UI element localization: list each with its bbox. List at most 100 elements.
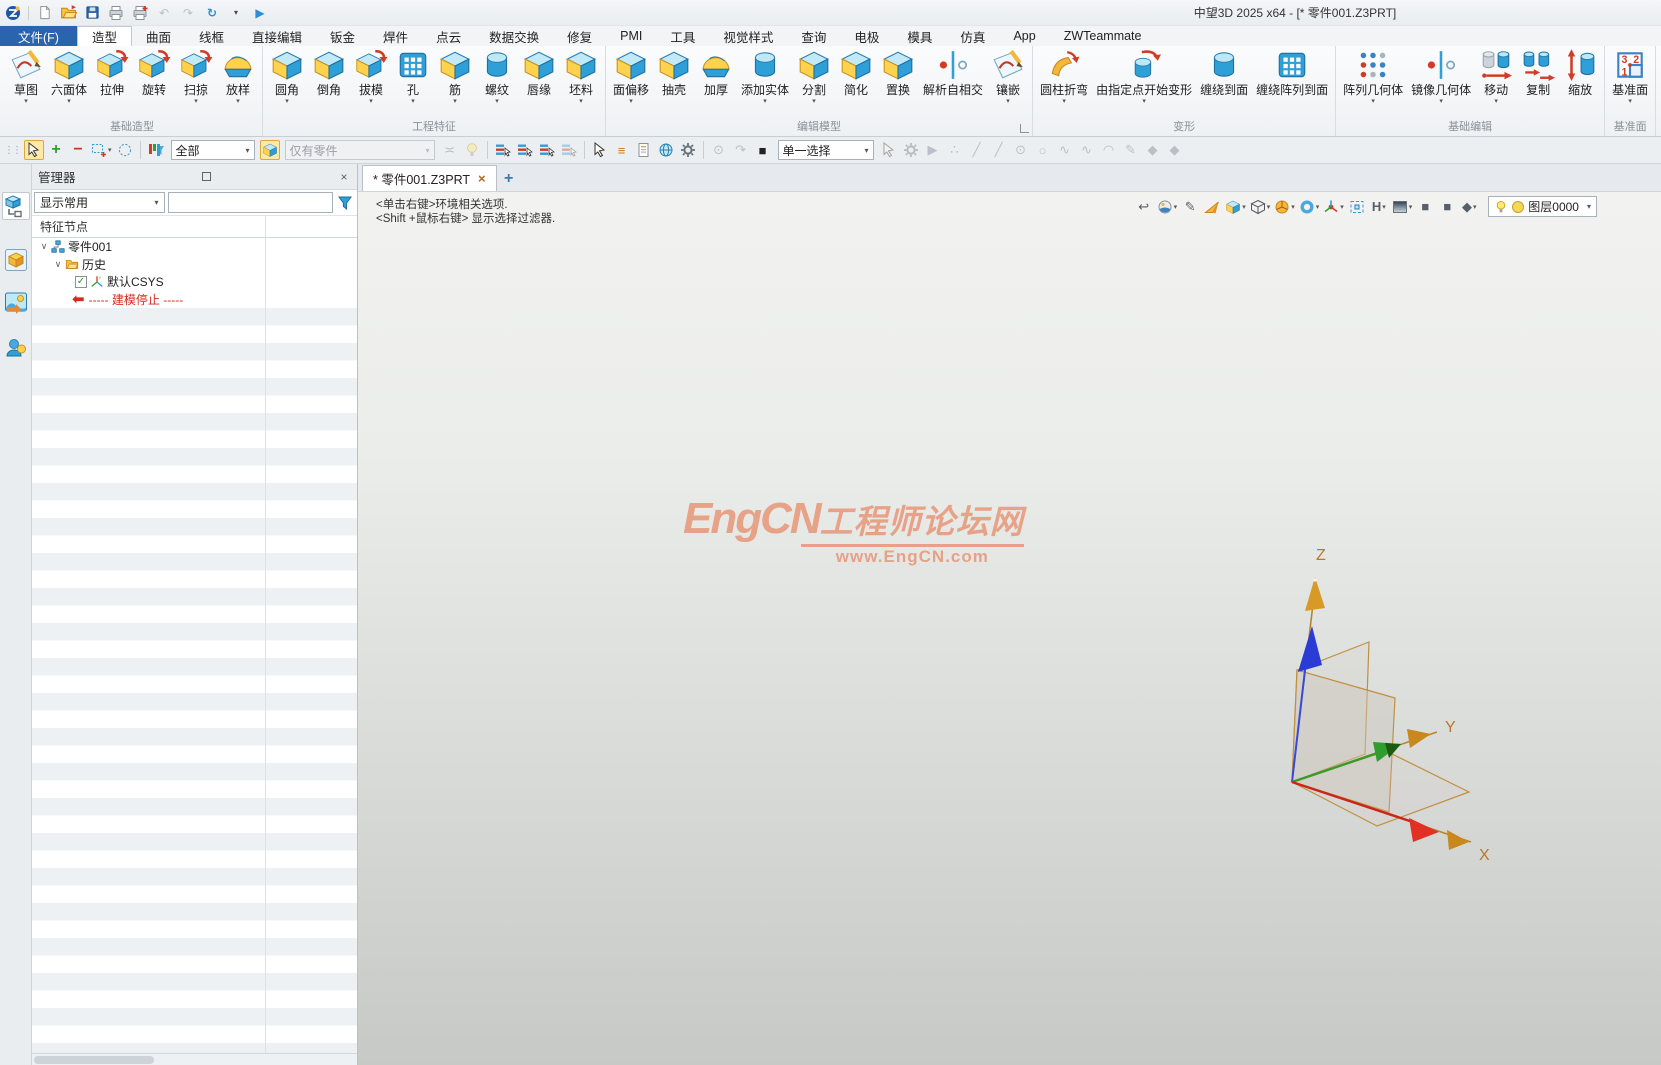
tab-electrode[interactable]: 电极 — [840, 26, 893, 46]
print-plus-icon[interactable] — [131, 4, 149, 22]
gear-pointer-icon[interactable] — [901, 140, 921, 160]
open-file-icon[interactable] — [59, 4, 77, 22]
settings-gear-icon[interactable] — [678, 140, 698, 160]
copy-button[interactable]: 复制 — [1517, 47, 1559, 97]
tab-data-exchange[interactable]: 数据交换 — [475, 26, 553, 46]
pick-mode-select[interactable]: 单一选择 ▾ — [778, 140, 874, 160]
column-divider[interactable] — [265, 238, 266, 1053]
thicken-button[interactable]: 加厚 — [695, 47, 737, 97]
toolbar-grip[interactable]: ⋮⋮ — [4, 145, 20, 156]
extrude-button[interactable]: 拉伸 — [91, 47, 133, 97]
lamp-icon[interactable] — [462, 140, 482, 160]
tree-node-part[interactable]: ∨ 零件001 — [32, 238, 357, 256]
tab-direct-edit[interactable]: 直接编辑 — [238, 26, 316, 46]
viewport[interactable]: <单击右键>环境相关选项. <Shift +鼠标右键> 显示选择过滤器. ↩ — [358, 192, 1661, 1065]
select-cursor-button[interactable] — [590, 140, 610, 160]
pick-list-prev-button[interactable] — [515, 140, 535, 160]
wrap-to-face-button[interactable]: 缠绕到面 — [1196, 47, 1252, 97]
tab-app[interactable]: App — [999, 26, 1049, 46]
lip-button[interactable]: 唇缘 — [518, 47, 560, 97]
stock-button[interactable]: 坯料 ▾ — [560, 47, 602, 106]
pick-all-button[interactable]: ▾ — [90, 140, 113, 160]
thread-button[interactable]: 螺纹 ▾ — [476, 47, 518, 106]
divide-button[interactable]: 分割 ▾ — [793, 47, 835, 106]
tab-surface[interactable]: 曲面 — [132, 26, 185, 46]
points-icon[interactable]: ∴ — [945, 140, 965, 160]
qat-dropdown-icon[interactable]: ▾ — [227, 4, 245, 22]
hook-curve-icon[interactable]: ↷ — [731, 140, 751, 160]
checkbox-checked[interactable]: ✓ — [75, 276, 87, 288]
tab-wireframe[interactable]: 线框 — [185, 26, 238, 46]
shell-button[interactable]: 抽壳 — [653, 47, 695, 97]
tab-mold[interactable]: 模具 — [893, 26, 946, 46]
sweep-button[interactable]: 扫掠 ▾ — [175, 47, 217, 106]
filter-list-icon[interactable] — [146, 140, 166, 160]
tab-pmi[interactable]: PMI — [606, 26, 656, 46]
web-browser-icon[interactable] — [656, 140, 676, 160]
document-tab[interactable]: * 零件001.Z3PRT × — [362, 165, 497, 191]
csys-triad[interactable]: Z Y X — [358, 192, 1661, 1065]
manager-tab-icon[interactable] — [2, 192, 30, 220]
draft-button[interactable]: 拔模 ▾ — [350, 47, 392, 106]
pick-button[interactable] — [24, 140, 44, 160]
feature-search-input[interactable] — [168, 192, 333, 213]
arc-icon[interactable]: ◠ — [1099, 140, 1119, 160]
tree-node-csys[interactable]: ✓ Y 默认CSYS — [32, 273, 357, 291]
filter-funnel-icon[interactable] — [336, 192, 355, 213]
tab-inquire[interactable]: 查询 — [787, 26, 840, 46]
tab-tools[interactable]: 工具 — [656, 26, 709, 46]
new-tab-button[interactable]: + — [497, 167, 521, 191]
polyline-icon[interactable]: ╱ — [989, 140, 1009, 160]
pick-list-next-button[interactable] — [537, 140, 557, 160]
chevron-down-icon[interactable]: ∨ — [38, 241, 50, 252]
measure-icon[interactable]: ≍ — [440, 140, 460, 160]
tab-file[interactable]: 文件(F) — [0, 26, 77, 46]
tab-point-cloud[interactable]: 点云 — [422, 26, 475, 46]
play-icon[interactable]: ▶ — [923, 140, 943, 160]
dialog-launcher-icon[interactable] — [1020, 124, 1029, 133]
tab-repair[interactable]: 修复 — [553, 26, 606, 46]
file-browser-icon[interactable] — [634, 140, 654, 160]
spline-icon[interactable]: ∿ — [1055, 140, 1075, 160]
history-stack-icon[interactable]: ≡ — [612, 140, 632, 160]
tree-node-modeling-stop[interactable]: ⬅ ----- 建模停止 ----- — [32, 291, 357, 309]
undo-icon[interactable]: ↶ — [155, 4, 173, 22]
separator[interactable] — [584, 141, 585, 159]
horizontal-scrollbar[interactable] — [32, 1053, 357, 1065]
add-solid-button[interactable]: 添加实体 ▾ — [737, 47, 793, 106]
circle-dot-icon[interactable]: ⊙ — [1011, 140, 1031, 160]
move-button[interactable]: 移动 ▾ — [1475, 47, 1517, 106]
swatch-icon[interactable]: ■ — [753, 140, 773, 160]
simplify-button[interactable]: 简化 — [835, 47, 877, 97]
pick-list-first-button[interactable] — [493, 140, 513, 160]
surface2-icon[interactable]: ◆ — [1165, 140, 1185, 160]
sync-refresh-icon[interactable]: ↻ — [203, 4, 221, 22]
circle-icon[interactable]: ○ — [1033, 140, 1053, 160]
tab-weldment[interactable]: 焊件 — [369, 26, 422, 46]
tab-zwteammate[interactable]: ZWTeammate — [1050, 26, 1156, 46]
loft-button[interactable]: 放样 ▾ — [217, 47, 259, 106]
rib-button[interactable]: 筋 ▾ — [434, 47, 476, 106]
print-icon[interactable] — [107, 4, 125, 22]
face-offset-button[interactable]: 面偏移 ▾ — [609, 47, 653, 106]
deform-from-point-button[interactable]: 由指定点开始变形 ▾ — [1092, 47, 1196, 106]
separator[interactable] — [703, 141, 704, 159]
mirror-geometry-button[interactable]: 镜像几何体 ▾ — [1407, 47, 1475, 106]
lasso-pick-button[interactable] — [115, 140, 135, 160]
zw3d-logo-icon[interactable] — [4, 4, 22, 22]
scale-button[interactable]: 缩放 — [1559, 47, 1601, 97]
fillet-button[interactable]: 圆角 ▾ — [266, 47, 308, 106]
add-pick-button[interactable]: + — [46, 140, 66, 160]
replace-button[interactable]: 置换 — [877, 47, 919, 97]
filter-scope-select[interactable]: 全部 ▾ — [171, 140, 255, 160]
new-document-icon[interactable] — [35, 4, 53, 22]
revolve-button[interactable]: 旋转 — [133, 47, 175, 97]
pointer-icon[interactable] — [879, 140, 899, 160]
cylindrical-bend-button[interactable]: 圆柱折弯 ▾ — [1036, 47, 1092, 106]
tab-visual-style[interactable]: 视觉样式 — [709, 26, 787, 46]
curve-icon[interactable]: ∿ — [1077, 140, 1097, 160]
resolve-self-intersection-button[interactable]: 解析自相交 — [919, 47, 987, 97]
chevron-down-icon[interactable]: ∨ — [52, 259, 64, 270]
tab-simulation[interactable]: 仿真 — [946, 26, 999, 46]
close-panel-icon[interactable]: × — [337, 170, 351, 184]
